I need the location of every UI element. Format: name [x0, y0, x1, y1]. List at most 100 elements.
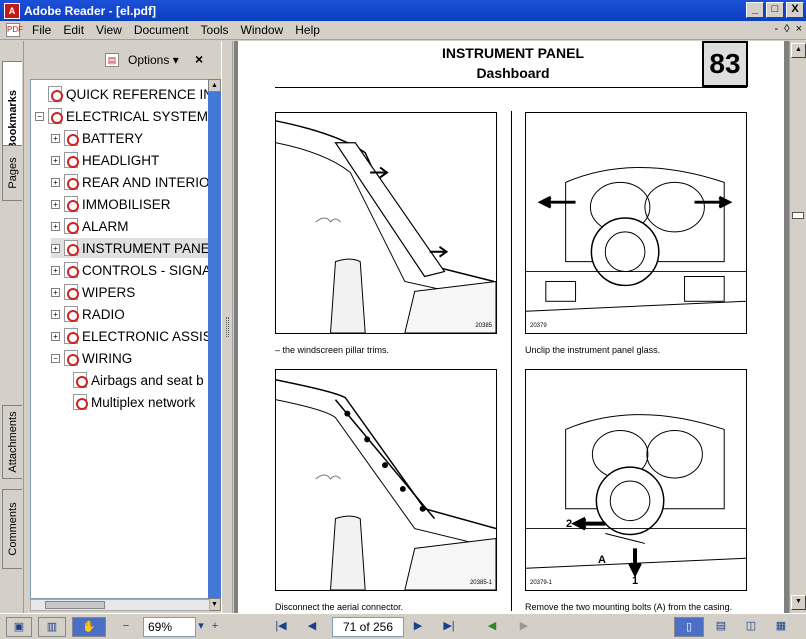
bookmark-item[interactable]: + INSTRUMENT PANE — [51, 238, 209, 258]
doc-restore-button[interactable]: ◊ — [784, 23, 789, 35]
document-vertical-scrollbar[interactable]: ▲ ▼ — [789, 41, 806, 613]
scroll-up-arrow[interactable]: ▲ — [208, 79, 221, 92]
options-menu-button[interactable]: Options ▾ — [128, 53, 179, 67]
collapse-icon[interactable]: − — [51, 353, 60, 363]
doc-minimize-button[interactable]: - — [774, 23, 778, 35]
expand-icon[interactable]: + — [51, 309, 60, 319]
adobe-reader-icon: A — [4, 2, 20, 19]
bookmark-item[interactable]: + CONTROLS - SIGNA — [51, 260, 209, 280]
maximize-button[interactable]: □ — [766, 2, 784, 18]
bookmark-pdf-icon — [64, 152, 79, 168]
select-tool-icon[interactable]: ▥ — [38, 617, 66, 637]
figure-caption: – the windscreen pillar trims. — [275, 345, 390, 355]
bookmark-item[interactable]: + IMMOBILISER — [51, 194, 171, 214]
bookmark-item[interactable]: + RADIO — [51, 304, 125, 324]
hand-tool-icon[interactable]: ✋ — [72, 617, 106, 637]
figure-caption: Remove the two mounting bolts (A) from t… — [525, 602, 733, 612]
previous-page-button[interactable]: ◀ — [302, 617, 322, 637]
bookmark-item[interactable]: + ELECTRONIC ASSIS — [51, 326, 210, 346]
bookmark-item[interactable]: − ELECTRICAL SYSTEM — [35, 106, 208, 126]
menu-document[interactable]: Document — [128, 23, 195, 37]
collapse-icon[interactable]: − — [35, 111, 44, 121]
last-page-button[interactable]: ▶| — [438, 617, 460, 637]
page-layout-icon[interactable]: ▣ — [6, 617, 32, 637]
bookmark-item[interactable]: + BATTERY — [51, 128, 143, 148]
bookmark-label: ALARM — [82, 218, 129, 234]
horizontal-scroll-thumb[interactable] — [45, 601, 105, 609]
scroll-down-arrow[interactable]: ▼ — [791, 595, 806, 610]
bookmark-item[interactable]: Multiplex network — [67, 392, 195, 412]
menu-window[interactable]: Window — [235, 23, 290, 37]
document-icon[interactable]: PDF — [6, 23, 23, 37]
first-page-button[interactable]: |◀ — [271, 617, 291, 637]
menu-bar: PDF File Edit View Document Tools Window… — [0, 21, 806, 40]
bookmark-item[interactable]: + ALARM — [51, 216, 129, 236]
go-forward-icon[interactable]: ▶ — [514, 617, 534, 637]
next-page-button[interactable]: ▶ — [408, 617, 428, 637]
header-rule — [275, 87, 747, 88]
bookmark-label: WIRING — [82, 350, 133, 366]
tab-pages[interactable]: Pages — [2, 145, 22, 201]
zoom-in-button[interactable]: + — [205, 617, 225, 637]
menu-tools[interactable]: Tools — [195, 23, 235, 37]
close-button[interactable]: X — [786, 2, 804, 18]
continuous-view-icon[interactable]: ▤ — [709, 617, 733, 637]
expand-icon[interactable]: + — [51, 133, 60, 143]
expand-icon[interactable]: + — [51, 331, 60, 341]
page-section-number: 83 — [702, 41, 748, 87]
bookmark-label: HEADLIGHT — [82, 152, 160, 168]
menu-edit[interactable]: Edit — [57, 23, 90, 37]
menu-view[interactable]: View — [90, 23, 128, 37]
figure-caption: Disconnect the aerial connector. — [275, 602, 404, 612]
figure-pillar-trim: 20385 — [275, 112, 497, 334]
tab-comments[interactable]: Comments — [2, 489, 22, 569]
bookmark-pdf-icon — [64, 262, 79, 278]
zoom-input[interactable]: 69% — [143, 617, 196, 637]
tree-vertical-scrollbar[interactable]: ▲ ▼ — [208, 79, 221, 611]
figure-id: 20385 — [475, 323, 492, 329]
bookmark-item[interactable]: QUICK REFERENCE IN — [35, 84, 209, 104]
bookmark-item[interactable]: + WIPERS — [51, 282, 135, 302]
expand-icon[interactable]: + — [51, 243, 60, 253]
bookmark-item[interactable]: − WIRING — [51, 348, 132, 368]
bookmark-label: Airbags and seat b — [91, 372, 204, 388]
single-page-view-icon[interactable]: ▯ — [674, 617, 704, 637]
expand-icon[interactable]: + — [51, 155, 60, 165]
bookmark-item[interactable]: + HEADLIGHT — [51, 150, 159, 170]
expand-icon[interactable]: + — [51, 287, 60, 297]
options-icon[interactable]: ▤ — [105, 53, 119, 67]
bookmark-label: RADIO — [82, 306, 125, 322]
expand-icon[interactable]: + — [51, 177, 60, 187]
tab-attachments[interactable]: Attachments — [2, 405, 22, 479]
bookmarks-panel: ▤ Options ▾ × QUICK REFERENCE IN − ELECTRI… — [25, 41, 221, 613]
figure-id: 20385-1 — [469, 580, 492, 586]
menu-help[interactable]: Help — [289, 23, 326, 37]
callout-a: A — [598, 554, 606, 566]
bookmark-label: ELECTRONIC ASSIS — [82, 328, 210, 344]
column-divider — [511, 111, 512, 611]
continuous-facing-view-icon[interactable]: ▦ — [768, 617, 794, 637]
scroll-up-arrow[interactable]: ▲ — [791, 43, 806, 58]
bookmark-item[interactable]: Airbags and seat b — [67, 370, 204, 390]
figure-aerial-connector: 20385-1 — [275, 369, 497, 591]
facing-view-icon[interactable]: ◫ — [739, 617, 763, 637]
page-indicator[interactable]: 71 of 256 — [332, 617, 404, 637]
bookmark-pdf-icon — [64, 240, 79, 256]
doc-close-button[interactable]: × — [796, 23, 802, 35]
navigation-tabs: Bookmarks Pages Attachments Comments — [0, 41, 24, 613]
document-scroll-thumb[interactable] — [792, 212, 804, 219]
document-view[interactable]: INSTRUMENT PANEL Dashboard 83 20385 – th… — [234, 41, 789, 613]
expand-icon[interactable]: + — [51, 199, 60, 209]
menu-file[interactable]: File — [26, 23, 57, 37]
bookmarks-tree: QUICK REFERENCE IN − ELECTRICAL SYSTEM + BAT… — [30, 79, 210, 599]
zoom-out-button[interactable]: − — [117, 617, 135, 637]
expand-icon[interactable]: + — [51, 265, 60, 275]
tree-horizontal-scrollbar[interactable] — [30, 599, 210, 611]
close-panel-button[interactable]: × — [195, 51, 203, 67]
figure-caption: Unclip the instrument panel glass. — [525, 345, 661, 355]
bookmark-item[interactable]: + REAR AND INTERIO — [51, 172, 209, 192]
expand-icon[interactable]: + — [51, 221, 60, 231]
minimize-button[interactable]: _ — [746, 2, 764, 18]
panel-splitter[interactable] — [221, 41, 233, 613]
go-back-icon[interactable]: ◀ — [482, 617, 502, 637]
